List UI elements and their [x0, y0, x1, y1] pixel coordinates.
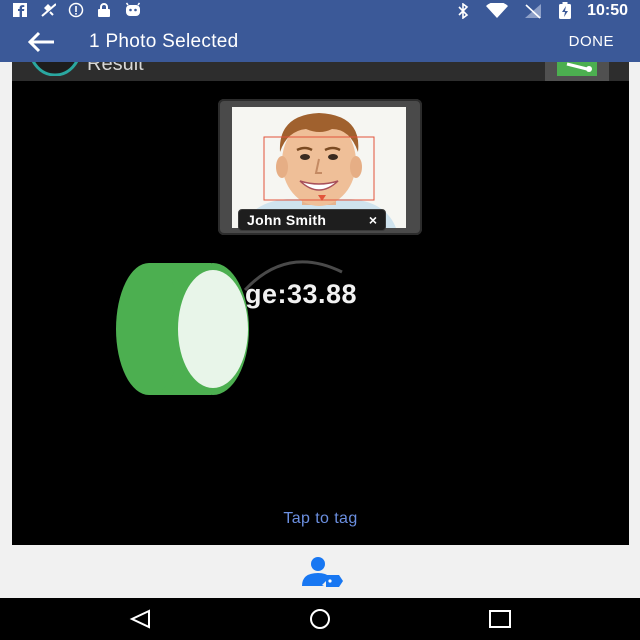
- share-icon: [553, 62, 601, 81]
- tag-person-icon: [296, 557, 344, 593]
- result-view: Result John Smith × ge:33.88 Tap to tag: [12, 62, 629, 545]
- app-bar: 1 Photo Selected DONE: [0, 22, 640, 62]
- tag-person-button[interactable]: [296, 555, 344, 589]
- tap-to-tag-link[interactable]: Tap to tag: [12, 510, 629, 528]
- facebook-icon: [12, 2, 28, 18]
- avatar-icon: [29, 62, 81, 81]
- page-title: 1 Photo Selected: [89, 31, 239, 52]
- done-button[interactable]: DONE: [569, 32, 614, 52]
- android-icon: [124, 2, 140, 18]
- lock-icon: [96, 2, 112, 18]
- no-signal-icon: [523, 3, 543, 19]
- nav-home-icon[interactable]: [306, 608, 334, 630]
- system-nav-bar: [0, 598, 640, 640]
- nav-back-icon[interactable]: [127, 608, 155, 630]
- status-bar: 10:50: [0, 0, 640, 22]
- back-arrow-icon[interactable]: [26, 30, 58, 54]
- status-time: 10:50: [587, 2, 628, 19]
- battery-charging-icon: [557, 2, 573, 19]
- nav-recents-icon[interactable]: [486, 608, 514, 630]
- no-location-icon: [40, 2, 56, 18]
- name-tag[interactable]: John Smith ×: [238, 209, 386, 231]
- bottom-action-bar: [0, 545, 640, 598]
- age-gauge: [116, 260, 343, 395]
- green-dial-icon: [116, 263, 249, 395]
- share-button[interactable]: [545, 62, 609, 81]
- age-readout: ge:33.88: [245, 279, 358, 309]
- bluetooth-icon: [455, 3, 471, 19]
- info-circle-icon: [68, 2, 84, 18]
- result-title: Result: [87, 62, 144, 75]
- result-bar: Result: [12, 62, 629, 81]
- wifi-icon: [485, 3, 509, 19]
- tag-name: John Smith: [247, 212, 327, 228]
- close-icon[interactable]: ×: [369, 212, 377, 228]
- photo-thumbnail[interactable]: John Smith ×: [218, 99, 422, 235]
